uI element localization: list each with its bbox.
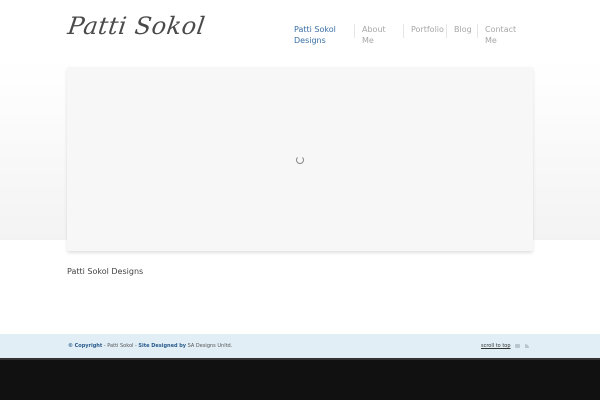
owner-name: Patti Sokol — [107, 343, 134, 349]
site-tagline: Patti Sokol Designs — [67, 267, 144, 276]
rss-icon[interactable] — [525, 344, 529, 348]
nav-item-about[interactable]: About Me — [362, 24, 386, 46]
nav-item-home[interactable]: Patti Sokol Designs — [294, 24, 350, 46]
site-designed-label: Site Designed — [138, 343, 178, 349]
scroll-to-top-link[interactable]: scroll to top — [481, 343, 511, 349]
bottom-bar-divider — [0, 358, 600, 360]
footer: © Copyright - Patti Sokol - Site Designe… — [0, 334, 600, 358]
nav-divider — [446, 24, 447, 38]
nav-divider — [403, 24, 404, 38]
nav-divider — [477, 24, 478, 38]
nav-item-blog[interactable]: Blog — [454, 24, 472, 35]
loading-spinner-icon — [296, 156, 304, 164]
nav-item-portfolio[interactable]: Portfolio — [411, 24, 444, 35]
nav-item-contact[interactable]: Contact Me — [485, 24, 516, 46]
copyright-symbol: © — [68, 343, 73, 349]
designer-name[interactable]: SA Designs Unltd. — [188, 343, 233, 349]
bottom-bar — [0, 358, 600, 400]
copyright-label: Copyright — [74, 343, 103, 349]
nav-divider — [354, 24, 355, 38]
footer-credits: © Copyright - Patti Sokol - Site Designe… — [68, 343, 233, 349]
site-logo[interactable]: Patti Sokol — [66, 12, 207, 40]
email-icon[interactable] — [515, 344, 520, 348]
by-label: by — [179, 343, 187, 349]
